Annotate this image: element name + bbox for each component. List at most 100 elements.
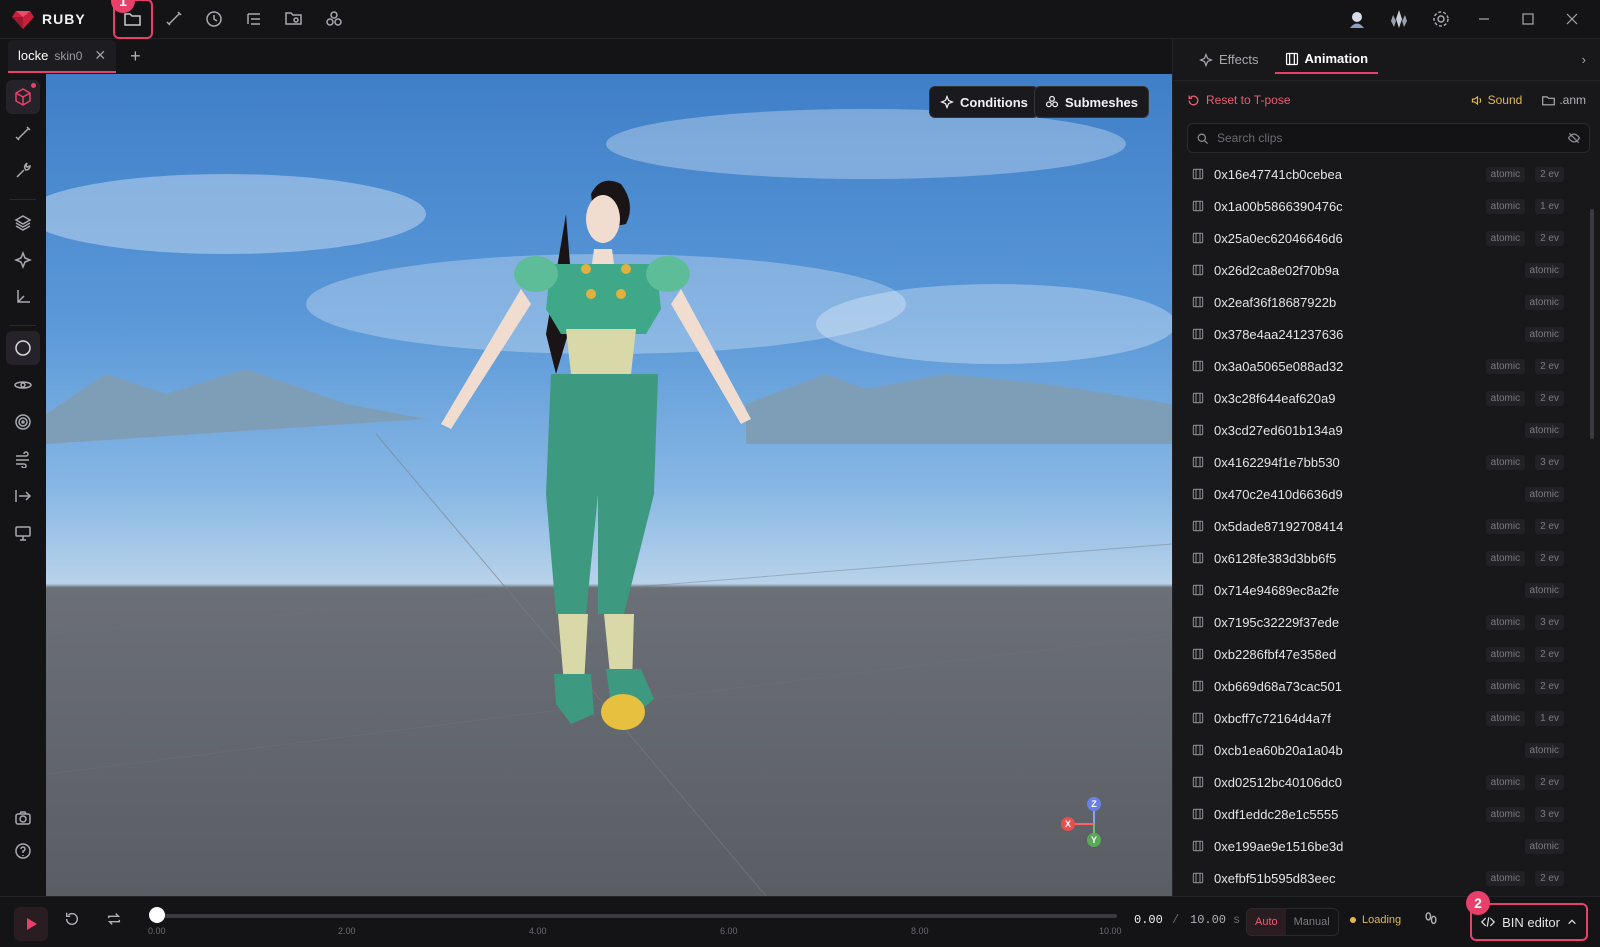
screenshot-button[interactable]: [6, 801, 40, 835]
sound-button[interactable]: Sound: [1471, 93, 1523, 107]
app-name: RUBY: [42, 11, 86, 27]
playhead-handle[interactable]: [149, 907, 165, 923]
clip-list-item[interactable]: 0x4162294f1e7bb530 atomic 3 ev: [1172, 446, 1582, 478]
loop-icon: [107, 913, 121, 925]
modified-dot: [31, 83, 36, 88]
clip-list-item[interactable]: 0x25a0ec62046646d6 atomic 2 ev: [1172, 222, 1582, 254]
tab-animation[interactable]: Animation: [1274, 45, 1379, 74]
target-button[interactable]: [6, 405, 40, 439]
help-button[interactable]: [6, 834, 40, 868]
clip-list-item[interactable]: 0x470c2e410d6636d9 atomic: [1172, 478, 1582, 510]
loop-button[interactable]: [106, 911, 122, 930]
clip-name: 0x16e47741cb0cebea: [1214, 166, 1342, 182]
arrow-right-bar-icon: [15, 490, 32, 502]
open-anm-button[interactable]: .anm: [1542, 93, 1586, 107]
restart-button[interactable]: [64, 911, 80, 930]
axes-button[interactable]: [6, 280, 40, 314]
collapse-panel-chevron-icon[interactable]: ›: [1582, 52, 1600, 67]
clip-list-item[interactable]: 0x5dade87192708414 atomic 2 ev: [1172, 510, 1582, 542]
annotation-marker-2: 2: [1466, 891, 1490, 915]
document-tab[interactable]: locke skin0 ✕: [8, 40, 117, 73]
clip-list-item[interactable]: 0xefbf51b595d83eec atomic 2 ev: [1172, 862, 1582, 894]
conditions-button[interactable]: Conditions: [929, 86, 1039, 118]
clip-name: 0xdf1eddc28e1c5555: [1214, 806, 1339, 822]
play-button[interactable]: [14, 907, 48, 941]
reset-tpose-button[interactable]: Reset to T-pose: [1187, 93, 1291, 107]
clip-name: 0x7195c32229f37ede: [1214, 614, 1340, 630]
clip-list-item[interactable]: 0xbcff7c72164d4a7f atomic 1 ev: [1172, 702, 1582, 734]
animation-actions: Reset to T-pose Sound .anm: [1173, 81, 1600, 119]
open-folder-button[interactable]: 1: [111, 0, 153, 39]
clip-list-scrollbar[interactable]: [1590, 209, 1594, 439]
mode-manual[interactable]: Manual: [1286, 909, 1338, 935]
clip-events-badge: 2 ev: [1535, 870, 1564, 886]
axes-icon: [17, 290, 30, 303]
clip-type-badge: atomic: [1485, 710, 1526, 726]
clip-list-item[interactable]: 0xcb1ea60b20a1a04b atomic: [1172, 734, 1582, 766]
tab-close-icon[interactable]: ✕: [94, 47, 106, 64]
circle-tool-button[interactable]: [6, 331, 40, 365]
submeshes-button[interactable]: Submeshes: [1034, 86, 1149, 118]
folder-search-button[interactable]: [275, 1, 313, 37]
clip-list-item[interactable]: 0x16e47741cb0cebea atomic 2 ev: [1172, 158, 1582, 190]
clip-list-item[interactable]: 0xe199ae9e1516be3d atomic: [1172, 830, 1582, 862]
maximize-button[interactable]: [1508, 1, 1548, 37]
clip-name: 0x378e4aa241237636: [1214, 326, 1344, 342]
clip-list-item[interactable]: 0x7195c32229f37ede atomic 3 ev: [1172, 606, 1582, 638]
clip-name: 0xcb1ea60b20a1a04b: [1214, 742, 1343, 758]
model-view-button[interactable]: [6, 80, 40, 114]
wrench-button[interactable]: [6, 154, 40, 188]
clip-search: [1187, 123, 1590, 153]
clip-list-item[interactable]: 0x1a00b5866390476c atomic 1 ev: [1172, 190, 1582, 222]
search-clips-input[interactable]: [1217, 131, 1559, 145]
clip-list-item[interactable]: 0x26d2ca8e02f70b9a atomic: [1172, 254, 1582, 286]
crystal-button[interactable]: [1380, 1, 1418, 37]
timeline-track[interactable]: [157, 914, 1117, 918]
clip-list-item[interactable]: 0x2eaf36f18687922b atomic: [1172, 286, 1582, 318]
layers-button[interactable]: [6, 206, 40, 240]
clip-list-item[interactable]: 0x6128fe383d3bb6f5 atomic 2 ev: [1172, 542, 1582, 574]
sidebar-divider: [10, 199, 36, 200]
3d-viewport[interactable]: Z X Y Conditions Submeshes: [46, 74, 1172, 896]
orbit-button[interactable]: [6, 368, 40, 402]
history-button[interactable]: [195, 1, 233, 37]
clip-list-item[interactable]: 0x714e94689ec8a2fe atomic: [1172, 574, 1582, 606]
bone-sidebar-button[interactable]: [6, 117, 40, 151]
effects-sidebar-button[interactable]: [6, 243, 40, 277]
list-tree-button[interactable]: [235, 1, 273, 37]
export-button[interactable]: [6, 479, 40, 513]
monitor-button[interactable]: [6, 516, 40, 550]
tab-subtitle: skin0: [54, 48, 83, 63]
clip-list-item[interactable]: 0xb669d68a73cac501 atomic 2 ev: [1172, 670, 1582, 702]
champion-avatar-button[interactable]: [1338, 1, 1376, 37]
add-tab-button[interactable]: +: [130, 46, 141, 67]
bin-editor-button[interactable]: 2 BIN editor: [1466, 891, 1588, 941]
footprints-button[interactable]: [1423, 911, 1439, 930]
mode-auto[interactable]: Auto: [1247, 909, 1286, 935]
components-button[interactable]: [315, 1, 353, 37]
clip-list-item[interactable]: 0xdf1eddc28e1c5555 atomic 3 ev: [1172, 798, 1582, 830]
film-icon: [1192, 232, 1204, 244]
timeline-tick: 6.00: [720, 926, 738, 936]
clip-list-item[interactable]: 0x3a0a5065e088ad32 atomic 2 ev: [1172, 350, 1582, 382]
film-icon: [1192, 328, 1204, 340]
clip-events-badge: 1 ev: [1535, 198, 1564, 214]
circle-icon: [15, 340, 31, 356]
clip-list-item[interactable]: 0xd02512bc40106dc0 atomic 2 ev: [1172, 766, 1582, 798]
clip-name: 0xefbf51b595d83eec: [1214, 870, 1336, 886]
sound-label: Sound: [1487, 93, 1523, 107]
clip-list-item[interactable]: 0x3c28f644eaf620a9 atomic 2 ev: [1172, 382, 1582, 414]
tab-effects[interactable]: Effects: [1189, 46, 1269, 73]
eye-off-icon[interactable]: [1567, 131, 1581, 145]
bone-tool-button[interactable]: [155, 1, 193, 37]
close-window-button[interactable]: [1552, 1, 1592, 37]
clip-list-item[interactable]: 0xb2286fbf47e358ed atomic 2 ev: [1172, 638, 1582, 670]
clip-type-badge: atomic: [1485, 806, 1526, 822]
chevron-up-icon: [1568, 919, 1576, 925]
wind-button[interactable]: [6, 442, 40, 476]
clip-list-item[interactable]: 0x378e4aa241237636 atomic: [1172, 318, 1582, 350]
clip-list-item[interactable]: 0x3cd27ed601b134a9 atomic: [1172, 414, 1582, 446]
minimize-button[interactable]: [1464, 1, 1504, 37]
settings-button[interactable]: [1422, 1, 1460, 37]
timeline-tick: 10.00: [1099, 926, 1122, 936]
